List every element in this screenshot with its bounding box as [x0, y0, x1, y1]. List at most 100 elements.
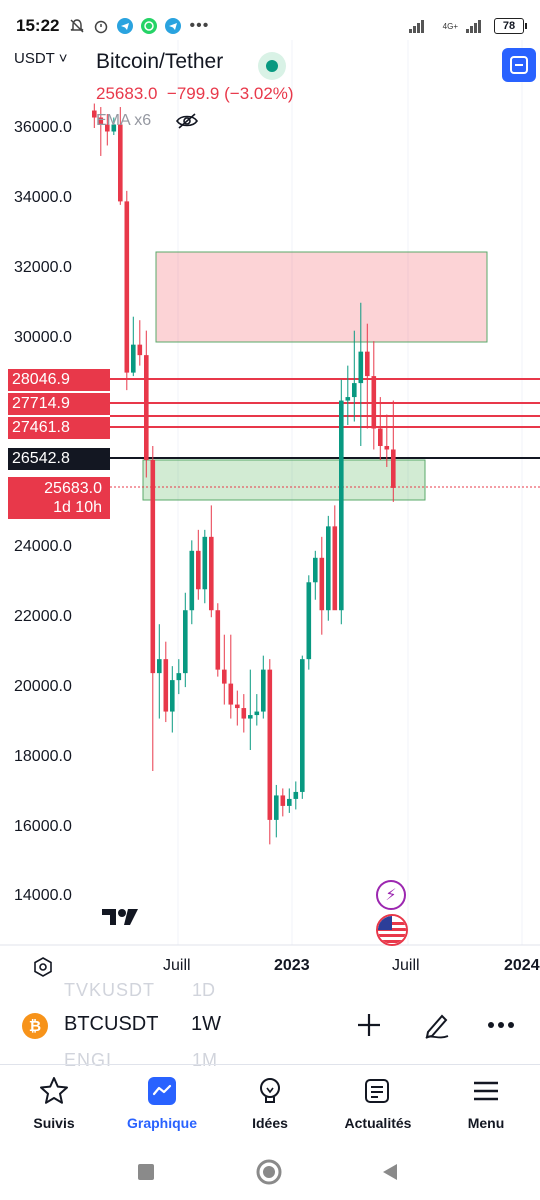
y-tick: 22000.0: [14, 608, 72, 625]
candle-body: [118, 124, 123, 202]
candle-body: [241, 708, 247, 719]
nav-label: Suivis: [33, 1115, 75, 1131]
x-tick: Juill: [392, 957, 420, 974]
signal-icon: [408, 20, 424, 33]
supply-zone: [155, 251, 488, 343]
price-line-label[interactable]: 28046.9: [8, 369, 110, 391]
tradingview-logo: [100, 905, 144, 936]
drawing-tools-button[interactable]: [420, 1008, 454, 1042]
candle-body: [196, 550, 201, 590]
chevron-down-icon: ˅: [58, 50, 68, 67]
lightbulb-icon: [252, 1073, 288, 1109]
nav-menu[interactable]: Menu: [436, 1073, 536, 1131]
candle-body: [157, 659, 162, 674]
candle-body: [215, 610, 221, 670]
status-time: 15:22: [16, 16, 60, 35]
candle-body: [358, 351, 364, 384]
crosshair-price-label: 26542.8: [8, 448, 110, 470]
chart-settings-icon[interactable]: [32, 956, 54, 978]
y-tick: 20000.0: [14, 678, 72, 695]
more-options-button[interactable]: [484, 1008, 518, 1042]
y-tick: 34000.0: [14, 189, 72, 206]
candle-body: [345, 397, 351, 401]
network-type: 4G+: [442, 21, 458, 31]
candle-body: [300, 659, 305, 792]
nav-chart[interactable]: Graphique: [112, 1073, 212, 1131]
bar-countdown: 1d 10h: [53, 499, 102, 516]
candle-body: [202, 536, 208, 590]
bitcoin-icon: ₿: [22, 1013, 48, 1039]
candle-body: [209, 536, 214, 611]
currency-selector[interactable]: USDT ˅: [14, 50, 68, 67]
x-tick: 2023: [274, 957, 310, 974]
price-line-label[interactable]: 27714.9: [8, 393, 110, 415]
candle-body: [176, 673, 182, 681]
recents-button[interactable]: [132, 1158, 160, 1186]
candle-body: [137, 344, 143, 356]
add-indicator-button[interactable]: [352, 1008, 386, 1042]
ghost-symbol-above: TVKUSDT: [64, 980, 156, 1000]
current-price: 25683.0: [44, 480, 102, 497]
square-icon: [138, 1164, 154, 1180]
nav-label: Idées: [252, 1115, 288, 1131]
candle-body: [228, 683, 234, 705]
home-button[interactable]: [255, 1158, 283, 1186]
us-flag-icon[interactable]: [376, 914, 408, 946]
candle-body: [339, 400, 344, 611]
news-icon: [360, 1073, 396, 1109]
nav-watchlist[interactable]: Suivis: [4, 1073, 104, 1131]
y-tick: 32000.0: [14, 259, 72, 276]
candle-body: [189, 550, 195, 611]
candle-body: [144, 355, 149, 460]
y-tick: 24000.0: [14, 538, 72, 555]
pen-icon: [425, 1014, 449, 1039]
price-line-label[interactable]: 27461.8: [8, 417, 110, 439]
mute-icon: [70, 19, 85, 33]
alarm-icon: [95, 20, 108, 34]
candle-body: [371, 376, 377, 429]
telegram-icon: [117, 18, 134, 34]
candle-body: [163, 659, 169, 712]
candle-body: [254, 711, 260, 716]
nav-ideas[interactable]: Idées: [220, 1073, 320, 1131]
more-horizontal-icon: [488, 1022, 514, 1028]
triangle-left-icon: [383, 1164, 397, 1180]
more-notifications-icon: •••: [189, 17, 210, 34]
back-button[interactable]: [376, 1158, 404, 1186]
candle-body: [170, 680, 175, 712]
fullscreen-icon: [510, 56, 528, 74]
whatsapp-icon: [141, 18, 158, 34]
ghost-timeframe-above: 1D: [192, 980, 216, 1000]
indicator-label[interactable]: EMA x6: [96, 112, 151, 130]
candle-body: [391, 449, 396, 488]
eye-hidden-icon[interactable]: [175, 112, 199, 130]
flash-icon[interactable]: ⚡: [376, 880, 406, 910]
tradingview-logo-icon: [102, 909, 138, 925]
candle-body: [235, 704, 240, 709]
y-tick: 16000.0: [14, 818, 72, 835]
candle-body: [306, 582, 312, 660]
demand-zone: [142, 459, 426, 501]
menu-icon: [468, 1073, 504, 1109]
indicator-row[interactable]: EMA x6: [96, 112, 294, 130]
price-change-value: −799.9 (−3.02%): [166, 84, 294, 103]
candle-body: [319, 557, 325, 611]
candle-body: [183, 610, 188, 674]
y-tick: 30000.0: [14, 329, 72, 346]
candle-body: [248, 715, 253, 719]
nav-news[interactable]: Actualités: [328, 1073, 428, 1131]
candle-body: [150, 459, 156, 674]
circle-icon: [256, 1159, 282, 1185]
candle-body: [267, 669, 273, 820]
nav-label: Actualités: [344, 1115, 412, 1131]
timeframe-selector[interactable]: 1W: [191, 1013, 221, 1036]
plus-icon: [358, 1014, 380, 1036]
symbol-ticker[interactable]: BTCUSDT: [64, 1013, 158, 1036]
candle-body: [280, 795, 286, 806]
fullscreen-button[interactable]: [502, 48, 536, 82]
star-icon: [36, 1073, 72, 1109]
candle-body: [332, 526, 338, 611]
nav-label: Graphique: [126, 1115, 197, 1131]
current-price-label: 25683.0 1d 10h: [8, 477, 110, 519]
nav-label: Menu: [467, 1115, 505, 1131]
